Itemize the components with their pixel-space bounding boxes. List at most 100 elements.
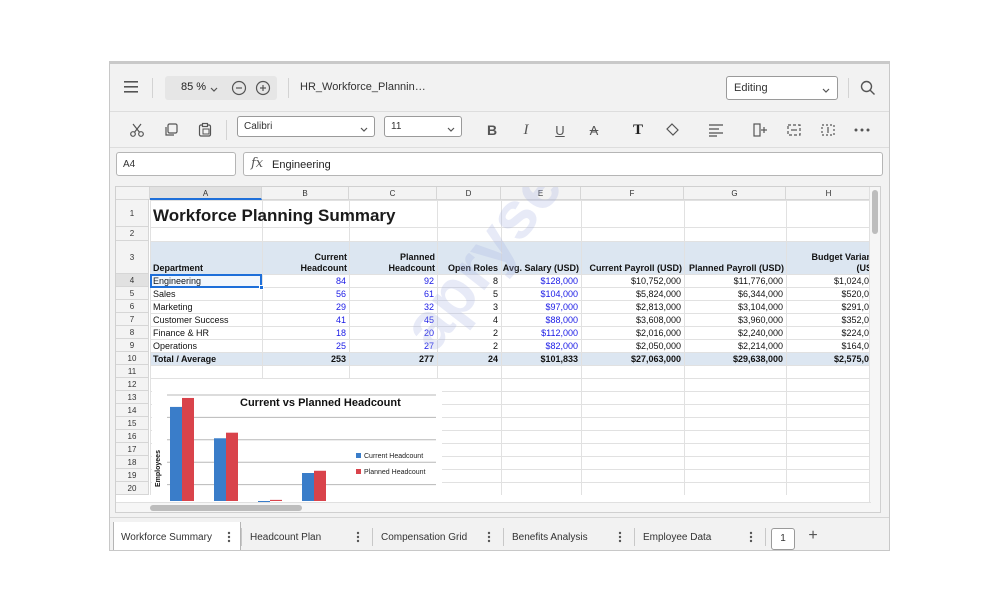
cell-cur_pay[interactable]: $5,824,000: [584, 288, 681, 300]
horizontal-scroll-thumb[interactable]: [150, 505, 302, 511]
font-family-select[interactable]: Calibri: [237, 116, 375, 137]
cell-salary[interactable]: $128,000: [504, 275, 578, 287]
cell-open[interactable]: 5: [440, 288, 498, 300]
row-header-9[interactable]: 9: [116, 339, 149, 352]
cell-salary[interactable]: $104,000: [504, 288, 578, 300]
more-options-icon[interactable]: [852, 120, 872, 140]
chevron-down-icon[interactable]: [209, 81, 223, 95]
cell-budget[interactable]: $291,0: [789, 301, 869, 313]
horizontal-scrollbar[interactable]: [116, 502, 871, 512]
row-header-19[interactable]: 19: [116, 469, 149, 482]
cell-plan_pay[interactable]: $2,214,000: [687, 340, 783, 352]
row-header-11[interactable]: 11: [116, 365, 149, 378]
tab-workforce-summary[interactable]: Workforce Summary: [113, 522, 241, 550]
underline-icon[interactable]: U: [550, 120, 570, 140]
row-header-3[interactable]: 3: [116, 241, 149, 274]
cell-current[interactable]: 41: [265, 314, 346, 326]
cell-planned[interactable]: 27: [352, 340, 434, 352]
column-header-g[interactable]: G: [684, 187, 786, 200]
cell-budget[interactable]: $352,0: [789, 314, 869, 326]
column-header-e[interactable]: E: [501, 187, 581, 200]
vertical-scroll-thumb[interactable]: [872, 190, 878, 234]
row-header-16[interactable]: 16: [116, 430, 149, 443]
zoom-out-icon[interactable]: [231, 80, 247, 96]
cell-budget[interactable]: $2,575,0: [789, 353, 869, 365]
cell-current[interactable]: 29: [265, 301, 346, 313]
cell-current[interactable]: 253: [265, 353, 346, 365]
header-open-roles[interactable]: Open Roles: [440, 263, 498, 274]
cell-open[interactable]: 2: [440, 340, 498, 352]
merge-cells-icon[interactable]: [784, 120, 804, 140]
cell-salary[interactable]: $112,000: [504, 327, 578, 339]
spreadsheet-grid[interactable]: ABCDEFGH 1 2 3 4 5 6 7 8 9 10 11 12 13 14 15 16 17 18 19 20…: [115, 186, 881, 513]
column-header-b[interactable]: B: [262, 187, 349, 200]
cell-dept[interactable]: Finance & HR: [153, 327, 259, 339]
strikethrough-icon[interactable]: A: [584, 120, 604, 140]
kebab-menu-icon[interactable]: [353, 531, 363, 543]
vertical-scrollbar[interactable]: [869, 187, 880, 512]
row-header-5[interactable]: 5: [116, 287, 149, 300]
page-number-box[interactable]: 1: [771, 528, 795, 550]
cell-dept[interactable]: Marketing: [153, 301, 259, 313]
cut-icon[interactable]: [127, 120, 147, 140]
formula-input[interactable]: fx Engineering: [243, 152, 883, 176]
row-header-4[interactable]: 4: [116, 274, 149, 287]
cell-plan_pay[interactable]: $3,960,000: [687, 314, 783, 326]
cell-open[interactable]: 4: [440, 314, 498, 326]
column-header-d[interactable]: D: [437, 187, 501, 200]
cell-cur_pay[interactable]: $2,016,000: [584, 327, 681, 339]
cell-planned[interactable]: 61: [352, 288, 434, 300]
kebab-menu-icon[interactable]: [746, 531, 756, 543]
row-header-6[interactable]: 6: [116, 300, 149, 313]
tab-headcount-plan[interactable]: Headcount Plan: [243, 522, 371, 550]
font-size-select[interactable]: 11: [384, 116, 462, 137]
insert-column-icon[interactable]: [750, 120, 770, 140]
zoom-value[interactable]: 85 %: [181, 81, 206, 93]
tab-benefits-analysis[interactable]: Benefits Analysis: [505, 522, 633, 550]
add-sheet-icon[interactable]: +: [806, 528, 820, 544]
kebab-menu-icon[interactable]: [484, 531, 494, 543]
cell-dept[interactable]: Total / Average: [153, 353, 259, 365]
header-current-payroll[interactable]: Current Payroll (USD): [581, 263, 682, 274]
cell-budget[interactable]: $224,0: [789, 327, 869, 339]
cell-cur_pay[interactable]: $10,752,000: [584, 275, 681, 287]
row-header-7[interactable]: 7: [116, 313, 149, 326]
cell-dept[interactable]: Sales: [153, 288, 259, 300]
tab-employee-data[interactable]: Employee Data: [636, 522, 764, 550]
copy-icon[interactable]: [161, 120, 181, 140]
cell-reference-box[interactable]: A4: [116, 152, 236, 176]
align-left-icon[interactable]: [706, 120, 726, 140]
cell-open[interactable]: 3: [440, 301, 498, 313]
cell-current[interactable]: 18: [265, 327, 346, 339]
cell-dept[interactable]: Operations: [153, 340, 259, 352]
mode-dropdown[interactable]: Editing: [726, 76, 838, 100]
column-header-c[interactable]: C: [349, 187, 437, 200]
cell-salary[interactable]: $97,000: [504, 301, 578, 313]
cell-cur_pay[interactable]: $2,050,000: [584, 340, 681, 352]
cell-plan_pay[interactable]: $6,344,000: [687, 288, 783, 300]
cell-cur_pay[interactable]: $2,813,000: [584, 301, 681, 313]
row-header-13[interactable]: 13: [116, 391, 149, 404]
cell-budget[interactable]: $520,0: [789, 288, 869, 300]
selected-cell[interactable]: [150, 274, 262, 288]
cell-plan_pay[interactable]: $29,638,000: [687, 353, 783, 365]
search-icon[interactable]: [859, 79, 877, 97]
header-department[interactable]: Department: [153, 263, 203, 274]
paste-icon[interactable]: [195, 120, 215, 140]
header-avg-salary[interactable]: Avg. Salary (USD): [500, 263, 579, 274]
row-header-14[interactable]: 14: [116, 404, 149, 417]
row-header-8[interactable]: 8: [116, 326, 149, 339]
row-header-15[interactable]: 15: [116, 417, 149, 430]
cell-planned[interactable]: 92: [352, 275, 434, 287]
text-color-icon[interactable]: T: [628, 120, 648, 140]
cell-salary[interactable]: $82,000: [504, 340, 578, 352]
embedded-chart[interactable]: Current vs Planned Headcount Employees Cur…: [152, 379, 442, 508]
column-header-h[interactable]: H: [786, 187, 872, 200]
column-header-f[interactable]: F: [581, 187, 684, 200]
header-planned-payroll[interactable]: Planned Payroll (USD): [684, 263, 784, 274]
header-current-headcount[interactable]: Current Headcount: [262, 252, 347, 274]
cell-planned[interactable]: 20: [352, 327, 434, 339]
unmerge-cells-icon[interactable]: [818, 120, 838, 140]
row-header-20[interactable]: 20: [116, 482, 149, 495]
fill-color-icon[interactable]: [662, 120, 682, 140]
